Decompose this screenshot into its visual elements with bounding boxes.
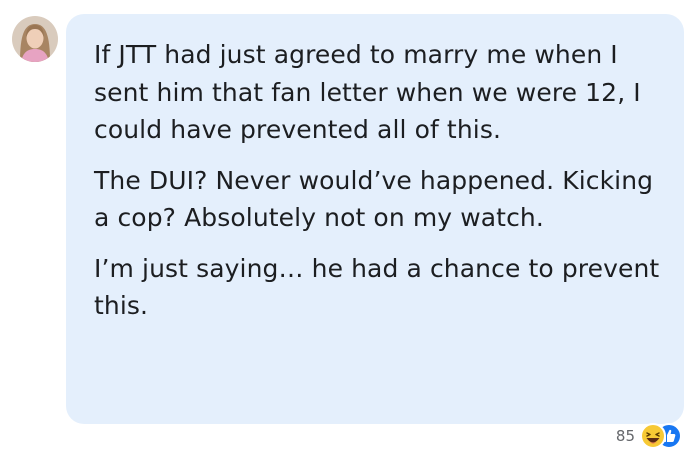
reaction-icons [640,423,682,449]
comment-paragraph: If JTT had just agreed to marry me when … [94,40,641,144]
haha-icon [640,423,666,449]
profile-photo-icon [12,16,58,62]
reaction-count: 85 [615,427,635,445]
comment-bubble: If JTT had just agreed to marry me when … [66,14,684,424]
comment-paragraph: The DUI? Never would’ve happened. Kickin… [94,165,654,233]
avatar[interactable] [12,16,58,62]
reaction-summary[interactable]: 85 [616,423,682,449]
comment-paragraph: I’m just saying… he had a chance to prev… [94,253,660,321]
